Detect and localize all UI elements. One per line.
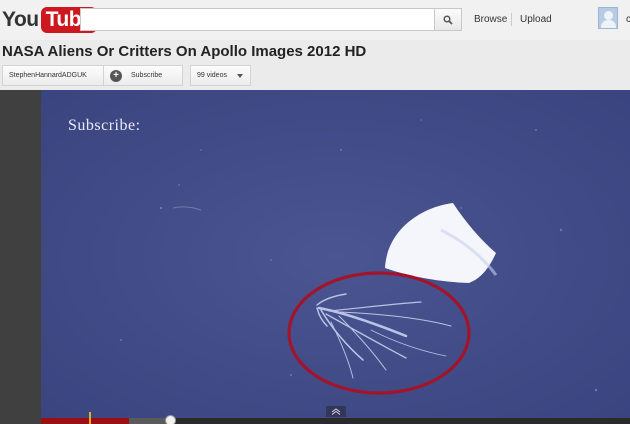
progress-marker (89, 412, 91, 424)
video-player[interactable]: Subscribe: (41, 90, 630, 424)
upload-link[interactable]: Upload (520, 14, 552, 25)
player-side-panel (0, 90, 41, 424)
channel-name-button[interactable]: StephenHannardADGUK (2, 65, 104, 86)
subscribe-label: Subscribe (131, 72, 163, 79)
search-icon (443, 14, 453, 25)
browse-link[interactable]: Browse (474, 14, 507, 25)
video-frame (41, 90, 630, 424)
subscribe-button[interactable]: + Subscribe (104, 65, 183, 86)
avatar-body (601, 20, 616, 28)
search-button[interactable] (435, 8, 462, 31)
chevron-up-icon (331, 408, 341, 415)
avatar-icon[interactable] (598, 7, 618, 29)
avatar-head (604, 11, 613, 20)
chevron-down-icon (236, 73, 243, 78)
video-title: NASA Aliens Or Critters On Apollo Images… (2, 43, 367, 60)
video-overlay-text: Subscribe: (68, 117, 141, 134)
videos-count-label: 99 videos (197, 72, 227, 79)
logo-you-text: You (2, 8, 39, 31)
masthead: You Tube Browse Upload c (0, 0, 630, 40)
youtube-page: You Tube Browse Upload c NASA Aliens Or … (0, 0, 630, 424)
user-name[interactable]: c (626, 14, 630, 25)
videos-dropdown[interactable]: 99 videos (190, 65, 251, 86)
plus-icon: + (110, 69, 122, 82)
nav-divider (511, 13, 512, 26)
progress-played (41, 418, 129, 424)
scrubber-handle[interactable] (165, 415, 176, 424)
expand-up-icon[interactable] (326, 406, 346, 417)
video-background (41, 90, 630, 424)
search-input[interactable] (80, 8, 435, 31)
